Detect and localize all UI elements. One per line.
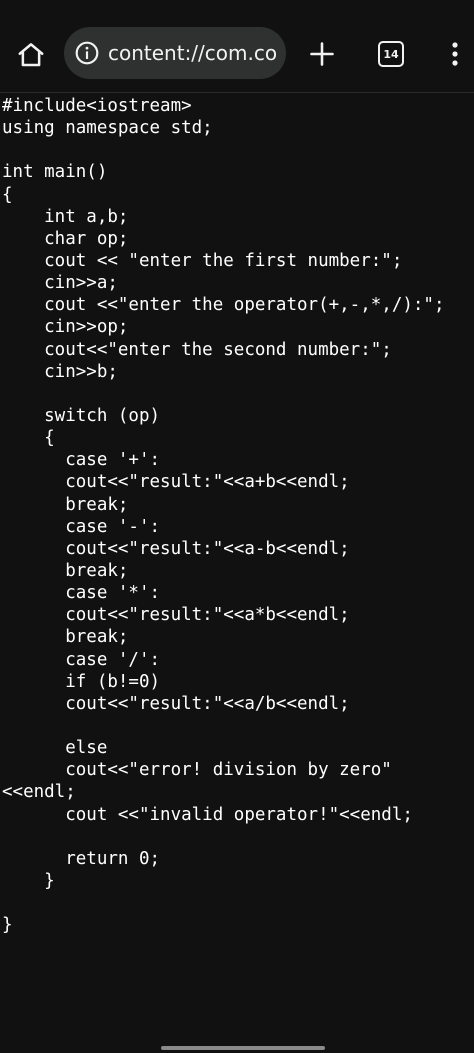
home-icon (18, 43, 44, 67)
code-line: return 0; (2, 848, 161, 869)
browser-toolbar: content://com.co 14 (0, 12, 474, 92)
code-line: cout <<"invalid operator!"<<endl; (2, 804, 413, 825)
code-line: { (2, 428, 55, 449)
code-line: } (2, 870, 55, 891)
plus-icon (310, 42, 334, 66)
toolbar-divider (0, 92, 474, 93)
menu-button[interactable] (440, 34, 470, 74)
tab-switcher-button[interactable]: 14 (372, 34, 410, 74)
code-line: cout<<"result:"<<a-b<<endl; (2, 538, 350, 559)
code-line: } (2, 915, 13, 936)
code-line: { (2, 184, 13, 205)
code-line: cout <<"enter the operator(+,-,*,/):"; (2, 295, 445, 316)
code-line: case '+': (2, 450, 161, 471)
code-line: cout<<"result:"<<a*b<<endl; (2, 605, 350, 626)
code-line: cout<<"result:"<<a/b<<endl; (2, 693, 350, 714)
code-line: #include<iostream> (2, 96, 192, 116)
code-line: case '-': (2, 516, 161, 537)
code-line: cout<<"enter the second number:"; (2, 339, 392, 360)
kebab-menu-icon (452, 42, 458, 66)
code-line: cout << "enter the first number:"; (2, 250, 403, 271)
code-line: cin>>a; (2, 273, 118, 294)
status-bar (0, 0, 474, 12)
code-block: #include<iostream> using namespace std; in… (0, 95, 474, 936)
address-bar[interactable]: content://com.co (64, 27, 286, 79)
code-line: cout<<"error! division by zero" (2, 760, 392, 781)
code-line: break; (2, 560, 129, 581)
code-line: cin>>op; (2, 317, 129, 338)
code-line: cout<<"result:"<<a+b<<endl; (2, 472, 350, 493)
code-line: else (2, 738, 108, 759)
home-button[interactable] (10, 34, 52, 76)
new-tab-button[interactable] (302, 34, 342, 74)
code-line: case '/': (2, 649, 161, 670)
code-line: char op; (2, 228, 129, 249)
code-line: cin>>b; (2, 361, 118, 382)
code-line: <<endl; (2, 782, 76, 803)
code-line: int a,b; (2, 206, 129, 227)
code-line: if (b!=0) (2, 671, 161, 692)
code-line: case '*': (2, 583, 161, 604)
code-line: using namespace std; (2, 118, 213, 139)
url-text: content://com.co (108, 41, 278, 65)
code-line: break; (2, 627, 129, 648)
info-circle-icon[interactable] (74, 40, 100, 66)
code-line: int main() (2, 162, 108, 183)
tab-count-badge: 14 (378, 41, 404, 67)
code-line: break; (2, 494, 129, 515)
code-viewer[interactable]: #include<iostream> using namespace std; in… (0, 95, 474, 1035)
code-line: switch (op) (2, 405, 161, 426)
gesture-navigation-bar[interactable] (161, 1046, 325, 1050)
